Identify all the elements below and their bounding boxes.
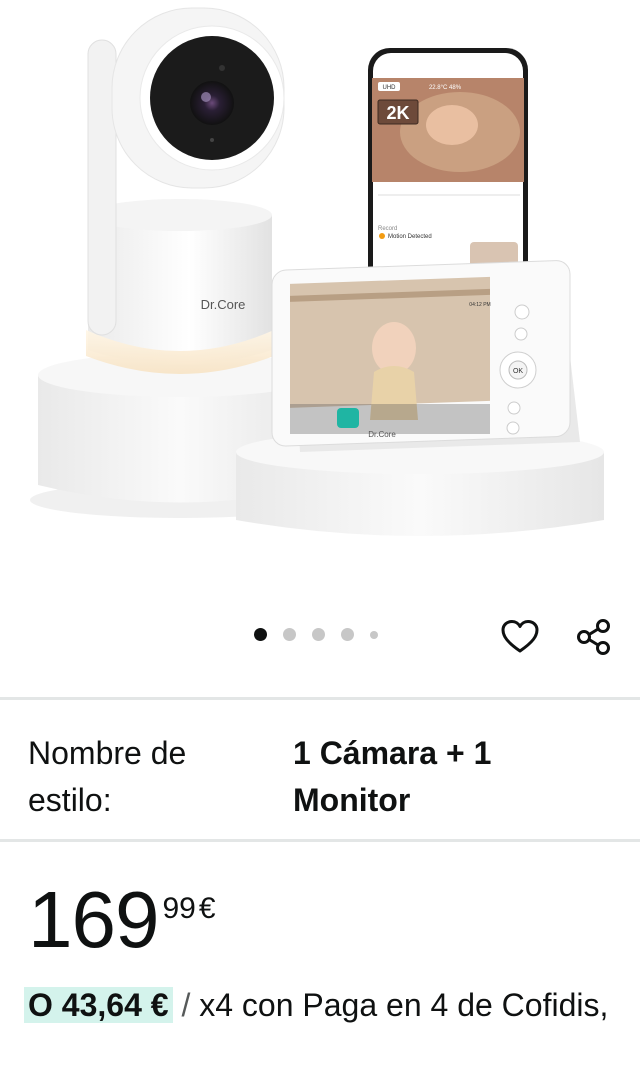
installment-amount: O 43,64 € <box>24 987 173 1023</box>
phone-2k-badge: 2K <box>386 103 409 123</box>
phone-uhd-badge: UHD <box>383 85 397 91</box>
style-label: Nombre de estilo: <box>28 735 187 818</box>
installment-offer[interactable]: O 43,64 € / x4 con Paga en 4 de Cofidis, <box>24 984 624 1027</box>
monitor-time: 04:12 PM <box>469 302 490 308</box>
style-selector[interactable]: Nombre de estilo: 1 Cámara + 1 Monitor <box>0 700 640 840</box>
carousel-dot[interactable] <box>370 630 378 639</box>
price: 169 99 € <box>28 878 216 968</box>
carousel-dots[interactable] <box>254 628 394 641</box>
carousel-dot[interactable] <box>312 628 325 641</box>
image-pager <box>0 619 640 655</box>
heart-icon <box>501 620 539 653</box>
installment-separator: / <box>181 987 191 1023</box>
phone-status: 22.8°C 48% <box>429 85 462 91</box>
share-button[interactable] <box>574 618 614 656</box>
phone-event-header: Record <box>378 226 397 232</box>
product-image[interactable]: Dr.Core UHD 22.8°C 48% 2K Record Motion … <box>0 0 640 590</box>
carousel-dot[interactable] <box>341 628 354 641</box>
style-value: 1 Cámara + 1 Monitor <box>293 735 492 818</box>
wishlist-button[interactable] <box>500 618 540 656</box>
camera-head <box>111 7 285 189</box>
price-currency: € <box>198 892 216 925</box>
monitor-ok-label: OK <box>513 368 523 375</box>
divider <box>0 839 640 842</box>
installment-text: x4 con Paga en 4 de Cofidis, <box>199 987 609 1023</box>
carousel-dot[interactable] <box>254 628 267 641</box>
camera-brand: Dr.Core <box>201 297 246 312</box>
monitor-device: OK 04:12 PM Dr.Core <box>271 260 580 452</box>
carousel-dot[interactable] <box>283 628 296 641</box>
phone-event: Motion Detected <box>388 234 432 240</box>
share-icon <box>577 619 610 655</box>
product-illustration: Dr.Core UHD 22.8°C 48% 2K Record Motion … <box>0 0 640 590</box>
monitor-brand: Dr.Core <box>368 430 396 439</box>
price-fraction: 99 <box>162 892 196 925</box>
price-whole: 169 <box>28 875 159 964</box>
